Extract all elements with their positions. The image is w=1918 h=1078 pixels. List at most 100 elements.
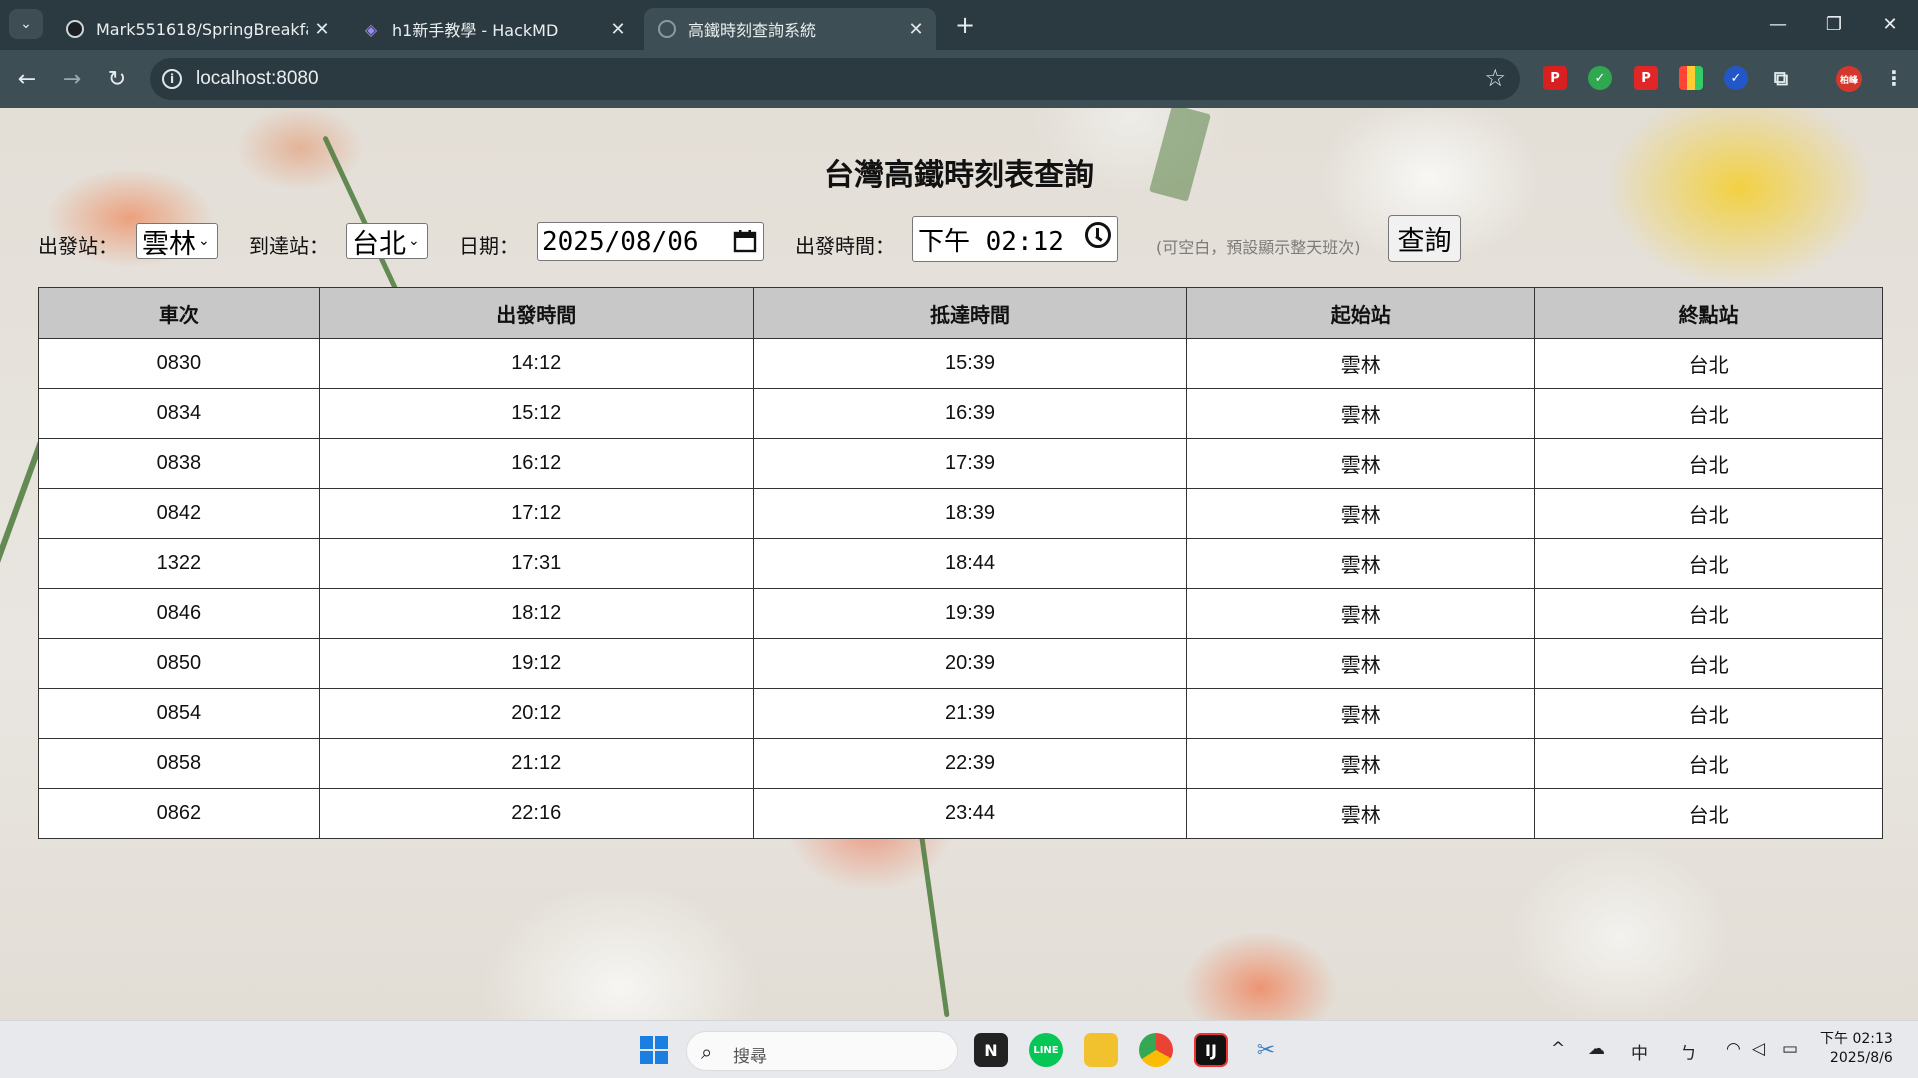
cell-train-no: 0830 [38, 338, 320, 389]
arrival-label: 到達站： [249, 234, 329, 258]
cell-origin-station: 雲林 [1186, 338, 1536, 389]
snipping-tool-icon[interactable]: ✂ [1249, 1033, 1283, 1067]
time-value: 下午 02:12 [918, 226, 1064, 257]
cell-departure-time: 14:12 [318, 338, 754, 389]
close-icon[interactable]: ✕ [308, 19, 336, 40]
cell-arrival-time: 15:39 [752, 338, 1188, 389]
system-clock[interactable]: 下午 02:13 2025/8/6 [1820, 1030, 1893, 1068]
back-button[interactable]: ← [11, 63, 43, 95]
check-extension-icon[interactable]: ✓ [1724, 66, 1748, 90]
cell-train-no: 0834 [38, 388, 320, 439]
time-input[interactable]: 下午 02:12 [912, 216, 1118, 262]
departure-select[interactable]: 雲林 ⌄ [136, 223, 218, 260]
cell-destination-station: 台北 [1534, 538, 1883, 589]
time-label: 出發時間： [795, 234, 895, 258]
url-text[interactable]: localhost:8080 [196, 68, 319, 90]
intellij-icon[interactable]: IJ [1194, 1033, 1228, 1067]
tab-title: 高鐵時刻查詢系統 [688, 21, 817, 40]
table-row: 0854 20:12 21:39 雲林 台北 [38, 688, 1883, 739]
file-explorer-icon[interactable] [1084, 1033, 1118, 1067]
calendar-icon[interactable] [733, 229, 757, 253]
restore-button[interactable]: ❐ [1812, 8, 1856, 40]
cell-departure-time: 17:12 [318, 488, 754, 539]
cell-train-no: 0850 [38, 638, 320, 689]
query-button[interactable]: 查詢 [1388, 215, 1461, 262]
arrow-right-icon: → [62, 66, 82, 92]
decorative-stem [915, 808, 950, 1018]
input-mode-icon[interactable]: ㄅ [1680, 1039, 1697, 1064]
departure-value: 雲林 [142, 228, 196, 260]
tab-hackmd[interactable]: ◈ h1新手教學 - HackMD ✕ [348, 8, 638, 50]
page-title: 台灣高鐵時刻表查詢 [824, 158, 1094, 193]
profile-avatar[interactable]: 柏峰 [1836, 66, 1862, 92]
date-input[interactable]: 2025/08/06 [537, 222, 764, 261]
ime-indicator[interactable]: 中 [1631, 1039, 1648, 1064]
new-tab-button[interactable]: + [950, 10, 980, 40]
cell-destination-station: 台北 [1534, 638, 1883, 689]
github-icon [66, 20, 84, 38]
cell-origin-station: 雲林 [1186, 588, 1536, 639]
search-icon: ⌕ [701, 1040, 713, 1064]
cell-departure-time: 18:12 [318, 588, 754, 639]
wifi-icon[interactable]: ◠ [1726, 1039, 1741, 1059]
table-row: 0846 18:12 19:39 雲林 台北 [38, 588, 1883, 639]
tab-active[interactable]: 高鐵時刻查詢系統 ✕ [644, 8, 936, 50]
cell-departure-time: 20:12 [318, 688, 754, 739]
minimize-button[interactable]: — [1756, 8, 1800, 40]
tab-search-button[interactable]: ⌄ [9, 9, 43, 39]
cell-arrival-time: 20:39 [752, 638, 1188, 689]
cell-origin-station: 雲林 [1186, 488, 1536, 539]
cell-destination-station: 台北 [1534, 688, 1883, 739]
arrival-select[interactable]: 台北 ⌄ [346, 223, 428, 260]
minimize-icon: — [1769, 13, 1787, 35]
notion-icon[interactable]: N [974, 1033, 1008, 1067]
line-icon[interactable]: LINE [1029, 1033, 1063, 1067]
close-icon[interactable]: ✕ [604, 19, 632, 40]
date-value: 2025/08/06 [542, 226, 699, 257]
chevron-down-icon: ⌄ [198, 233, 210, 249]
battery-icon[interactable]: ▭ [1782, 1039, 1798, 1059]
clock-time: 下午 02:13 [1820, 1031, 1893, 1047]
start-button[interactable] [637, 1033, 671, 1067]
page-viewport: 台灣高鐵時刻表查詢 出發站： 雲林 ⌄ 到達站： 台北 ⌄ 日期： 2025/0… [0, 108, 1918, 1020]
star-icon[interactable]: ☆ [1484, 64, 1506, 92]
cell-arrival-time: 18:44 [752, 538, 1188, 589]
reload-icon: ↻ [107, 66, 127, 92]
taskbar-search[interactable]: ⌕ 搜尋 [686, 1031, 958, 1071]
cloud-icon[interactable]: ☁ [1588, 1039, 1605, 1059]
chevron-up-icon[interactable]: ^ [1551, 1039, 1565, 1059]
hackmd-icon: ◈ [364, 19, 378, 39]
shield-extension-icon[interactable]: ✓ [1588, 66, 1612, 90]
chrome-icon[interactable] [1139, 1033, 1173, 1067]
puzzle-icon[interactable]: ⧉ [1769, 66, 1793, 90]
pdf-extension-icon[interactable]: P [1543, 66, 1567, 90]
volume-icon[interactable]: ◁ [1752, 1039, 1765, 1059]
cell-train-no: 1322 [38, 538, 320, 589]
table-header-row: 車次 出發時間 抵達時間 起始站 終點站 [38, 287, 1883, 339]
kebab-menu-icon[interactable]: ⋮ [1882, 66, 1906, 90]
cell-train-no: 0862 [38, 788, 320, 839]
windows-icon [640, 1036, 668, 1064]
address-bar[interactable]: i localhost:8080 ☆ [150, 58, 1520, 100]
cell-arrival-time: 16:39 [752, 388, 1188, 439]
cell-train-no: 0842 [38, 488, 320, 539]
close-window-button[interactable]: ✕ [1868, 8, 1912, 40]
cell-destination-station: 台北 [1534, 738, 1883, 789]
cell-departure-time: 15:12 [318, 388, 754, 439]
cell-destination-station: 台北 [1534, 438, 1883, 489]
close-icon[interactable]: ✕ [902, 19, 930, 40]
clock-icon[interactable] [1085, 222, 1111, 248]
color-extension-icon[interactable] [1679, 66, 1703, 90]
forward-button[interactable]: → [56, 63, 88, 95]
reload-button[interactable]: ↻ [101, 63, 133, 95]
cell-train-no: 0858 [38, 738, 320, 789]
cell-arrival-time: 18:39 [752, 488, 1188, 539]
p-extension-icon[interactable]: P [1634, 66, 1658, 90]
cell-arrival-time: 19:39 [752, 588, 1188, 639]
tab-github[interactable]: Mark551618/SpringBreakfast ✕ [52, 8, 342, 50]
cell-train-no: 0838 [38, 438, 320, 489]
tab-title: Mark551618/SpringBreakfast [96, 19, 308, 39]
header-train-no: 車次 [38, 287, 320, 339]
header-origin-station: 起始站 [1186, 287, 1536, 339]
info-icon[interactable]: i [162, 69, 182, 89]
